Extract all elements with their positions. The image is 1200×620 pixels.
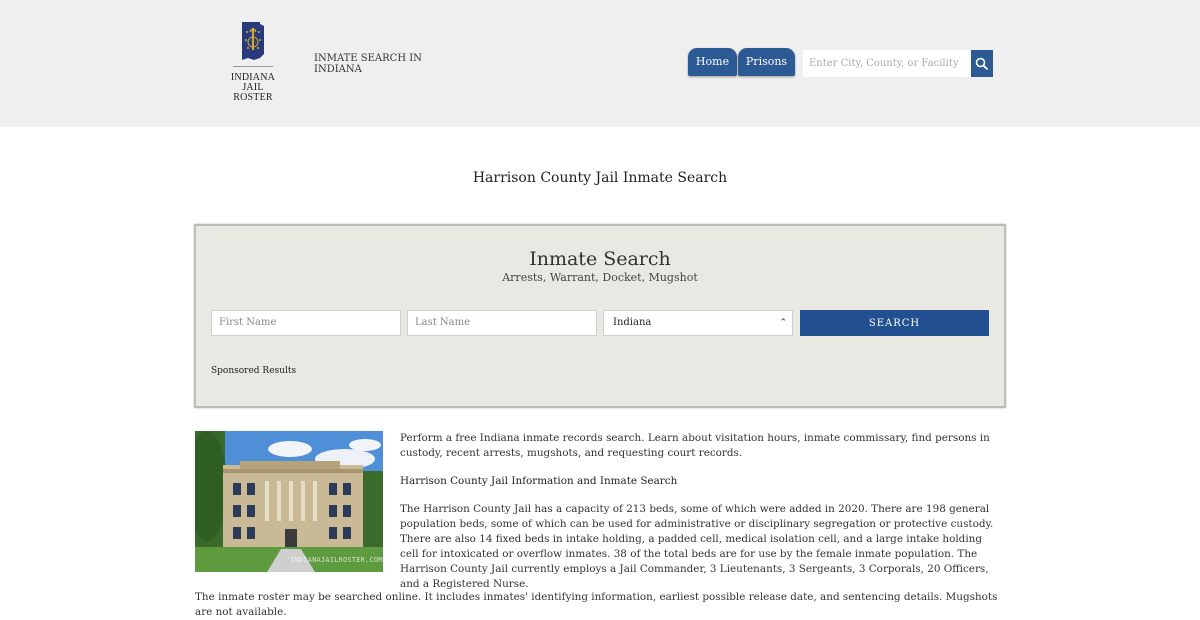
first-name-input[interactable]: First Name — [211, 310, 401, 336]
indiana-state-flag-icon — [242, 22, 264, 60]
page-title: Harrison County Jail Inmate Search — [472, 170, 728, 186]
jail-building-photo: INDIANAJAILROSTER.COM — [195, 431, 383, 572]
roster-paragraph: The inmate roster may be searched online… — [195, 591, 998, 618]
nav-prisons-button[interactable]: Prisons — [738, 48, 795, 76]
site-header: INDIANA JAIL ROSTER INMATE SEARCH IN IND… — [0, 0, 1200, 127]
facility-search-input[interactable]: Enter City, County, or Facility — [803, 50, 971, 77]
inmate-search-panel: Inmate Search Arrests, Warrant, Docket, … — [194, 224, 1006, 408]
panel-subtitle: Arrests, Warrant, Docket, Mugshot — [502, 271, 698, 284]
photo-watermark: INDIANAJAILROSTER.COM — [290, 556, 383, 564]
logo-line-2: JAIL ROSTER — [233, 82, 273, 103]
panel-title: Inmate Search — [529, 248, 671, 270]
intro-paragraph: Perform a free Indiana inmate records se… — [400, 432, 990, 459]
last-name-input[interactable]: Last Name — [407, 310, 597, 336]
chevron-down-icon: ⌃ — [779, 318, 787, 328]
magnifier-icon — [975, 57, 989, 70]
state-select[interactable]: Indiana ⌃ — [603, 310, 793, 336]
section-heading: Harrison County Jail Information and Inm… — [400, 475, 678, 487]
nav-home-button[interactable]: Home — [688, 48, 737, 76]
state-select-value: Indiana — [613, 317, 652, 328]
article-content: Perform a free Indiana inmate records se… — [400, 431, 996, 605]
site-logo[interactable]: INDIANA JAIL ROSTER — [222, 20, 284, 103]
sponsored-results-label: Sponsored Results — [211, 366, 297, 376]
facility-search-button[interactable] — [971, 50, 993, 77]
jail-info-paragraph: The Harrison County Jail has a capacity … — [400, 503, 994, 590]
site-tagline: INMATE SEARCH IN INDIANA — [314, 53, 422, 75]
main-nav: Home Prisons — [688, 48, 796, 76]
inmate-search-button[interactable]: SEARCH — [800, 310, 989, 336]
